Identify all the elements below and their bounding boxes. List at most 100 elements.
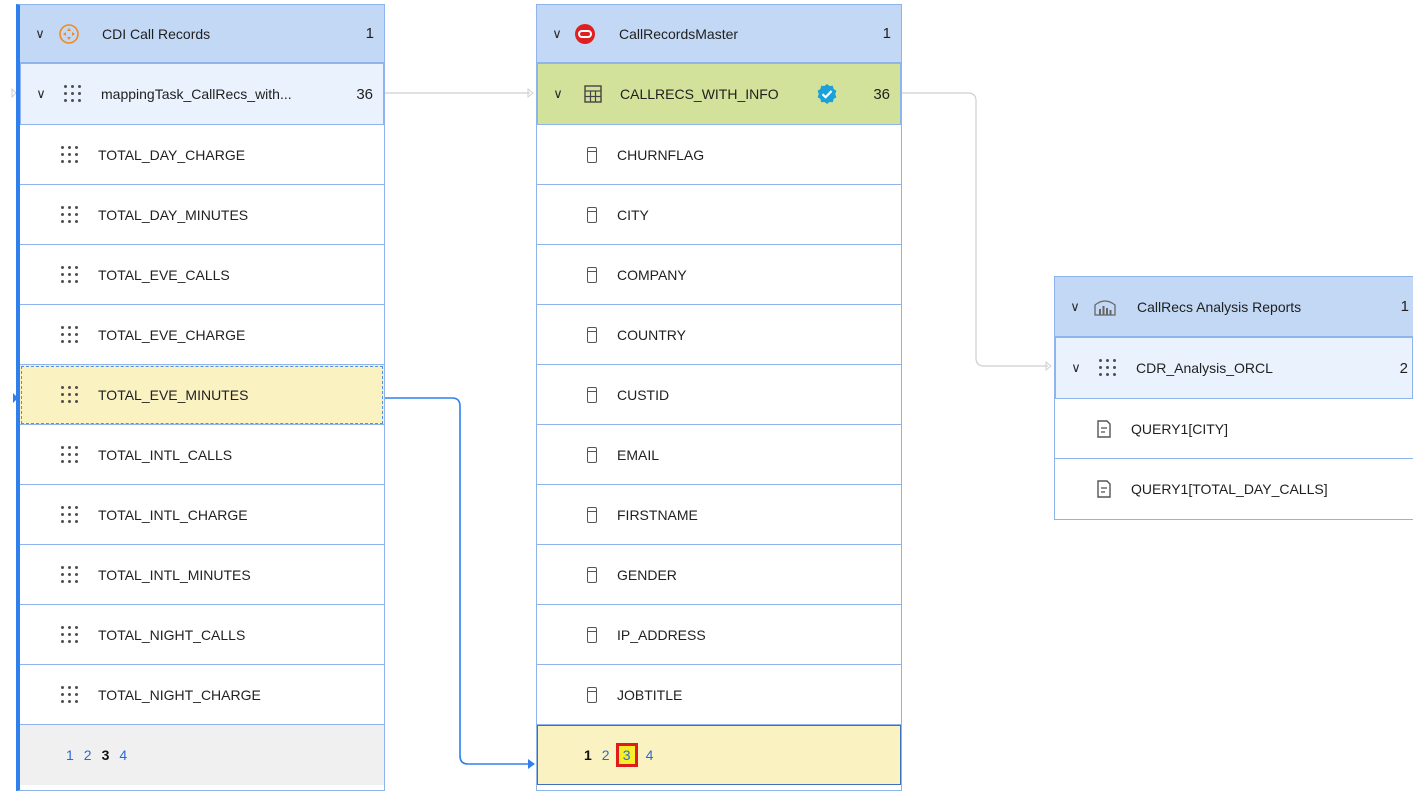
column-icon [587, 146, 597, 163]
panel-title: CallRecs Analysis Reports [1137, 298, 1302, 315]
field-label: TOTAL_INTL_CALLS [98, 446, 233, 463]
list-item[interactable]: TOTAL_NIGHT_CHARGE [20, 665, 384, 725]
column-label: GENDER [617, 566, 677, 583]
list-item[interactable]: TOTAL_INTL_CALLS [20, 425, 384, 485]
list-item[interactable]: TOTAL_DAY_CHARGE [20, 125, 384, 185]
table-header-selected[interactable]: ∨ CALLRECS_WITH_INFO 36 [537, 63, 901, 125]
list-item[interactable]: QUERY1[CITY] [1055, 399, 1413, 459]
column-icon [587, 626, 597, 643]
column-icon [587, 566, 597, 583]
column-icon [587, 206, 597, 223]
list-item[interactable]: CHURNFLAG [537, 125, 901, 185]
list-item[interactable]: GENDER [537, 545, 901, 605]
list-item[interactable]: EMAIL [537, 425, 901, 485]
panel-count: 1 [882, 25, 891, 42]
field-label: TOTAL_EVE_CALLS [98, 266, 230, 283]
list-item[interactable]: CUSTID [537, 365, 901, 425]
list-item[interactable]: FIRSTNAME [537, 485, 901, 545]
report-chart-icon [1093, 297, 1117, 317]
dots-grid-icon [60, 145, 80, 165]
column-label: JOBTITLE [617, 686, 683, 703]
column-label: IP_ADDRESS [617, 626, 706, 643]
list-item[interactable]: TOTAL_INTL_CHARGE [20, 485, 384, 545]
list-item[interactable]: JOBTITLE [537, 665, 901, 725]
column-icon [587, 686, 597, 703]
table-title: CALLRECS_WITH_INFO [620, 86, 779, 102]
chevron-down-icon[interactable]: ∨ [549, 26, 565, 42]
panel-header[interactable]: ∨ CallRecordsMaster 1 [537, 5, 901, 63]
connector-arrowhead [527, 87, 534, 99]
connector-arrowhead-highlighted [528, 759, 535, 769]
table-icon [584, 85, 602, 103]
column-icon [587, 386, 597, 403]
dots-grid-icon [60, 445, 80, 465]
panel-count: 1 [365, 25, 374, 42]
report-header[interactable]: ∨ CDR_Analysis_ORCL 2 [1055, 337, 1413, 399]
page-current: 1 [584, 747, 592, 763]
mapping-task-count: 36 [356, 85, 373, 103]
list-item[interactable]: TOTAL_EVE_CALLS [20, 245, 384, 305]
page-link[interactable]: 1 [66, 747, 74, 763]
report-count: 2 [1399, 359, 1408, 377]
list-item[interactable]: TOTAL_INTL_MINUTES [20, 545, 384, 605]
dots-grid-icon [60, 505, 80, 525]
list-item[interactable]: COMPANY [537, 245, 901, 305]
field-label: TOTAL_NIGHT_CHARGE [98, 686, 261, 703]
panel-cdi-call-records: ∨ CDI Call Records 1 ∨ mappingTask_CallR… [16, 4, 385, 791]
dots-grid-icon [60, 205, 80, 225]
column-icon [587, 266, 597, 283]
list-item[interactable]: TOTAL_NIGHT_CALLS [20, 605, 384, 665]
panel-count: 1 [1400, 298, 1409, 315]
list-item[interactable]: COUNTRY [537, 305, 901, 365]
page-link-highlighted[interactable]: 3 [615, 743, 638, 767]
page-link[interactable]: 2 [84, 747, 92, 763]
field-label: TOTAL_EVE_CHARGE [98, 326, 246, 343]
column-label: CITY [617, 206, 649, 223]
column-icon [587, 506, 597, 523]
dots-grid-icon [60, 565, 80, 585]
dots-grid-icon [60, 625, 80, 645]
page-link[interactable]: 2 [602, 747, 610, 763]
chevron-down-icon[interactable]: ∨ [550, 86, 566, 102]
column-label: FIRSTNAME [617, 506, 698, 523]
chevron-down-icon[interactable]: ∨ [1068, 360, 1084, 376]
dots-grid-icon [1098, 358, 1118, 378]
pagination: 1 2 3 4 [20, 725, 384, 785]
field-label: TOTAL_DAY_CHARGE [98, 146, 246, 163]
dots-grid-icon [60, 265, 80, 285]
list-item[interactable]: CITY [537, 185, 901, 245]
list-item-selected[interactable]: TOTAL_EVE_MINUTES [20, 365, 384, 425]
chevron-down-icon[interactable]: ∨ [33, 86, 49, 102]
table-count: 36 [873, 85, 890, 103]
mapping-task-header[interactable]: ∨ mappingTask_CallRecs_with... 36 [20, 63, 384, 125]
pagination: 1 2 3 4 [537, 725, 901, 785]
connector-highlighted-lineage [384, 397, 530, 765]
query-label: QUERY1[CITY] [1131, 420, 1228, 437]
page-link[interactable]: 4 [646, 747, 654, 763]
dots-grid-icon [63, 84, 83, 104]
column-icon [587, 326, 597, 343]
panel-callrecordsmaster: ∨ CallRecordsMaster 1 ∨ CALLRECS_WITH_IN… [536, 4, 902, 791]
field-label: TOTAL_NIGHT_CALLS [98, 626, 246, 643]
panel-title: CallRecordsMaster [619, 25, 739, 42]
column-icon [587, 446, 597, 463]
oracle-icon [575, 23, 595, 44]
list-item[interactable]: TOTAL_DAY_MINUTES [20, 185, 384, 245]
query-icon [1095, 419, 1113, 438]
panel-header[interactable]: ∨ CDI Call Records 1 [20, 5, 384, 63]
chevron-down-icon[interactable]: ∨ [1067, 299, 1083, 315]
page-current: 3 [101, 747, 110, 763]
column-label: COUNTRY [617, 326, 686, 343]
query-icon [1095, 480, 1113, 498]
page-link-text: 3 [622, 747, 631, 763]
verified-badge-icon [816, 83, 838, 105]
panel-header[interactable]: ∨ CallRecs Analysis Reports 1 [1055, 277, 1413, 337]
field-label: TOTAL_DAY_MINUTES [98, 206, 249, 223]
list-item[interactable]: QUERY1[TOTAL_DAY_CALLS] [1055, 459, 1413, 519]
list-item[interactable]: IP_ADDRESS [537, 605, 901, 665]
report-title: CDR_Analysis_ORCL [1136, 360, 1273, 376]
chevron-down-icon[interactable]: ∨ [32, 26, 48, 42]
column-label: CUSTID [617, 386, 670, 403]
page-link[interactable]: 4 [119, 747, 127, 763]
list-item[interactable]: TOTAL_EVE_CHARGE [20, 305, 384, 365]
